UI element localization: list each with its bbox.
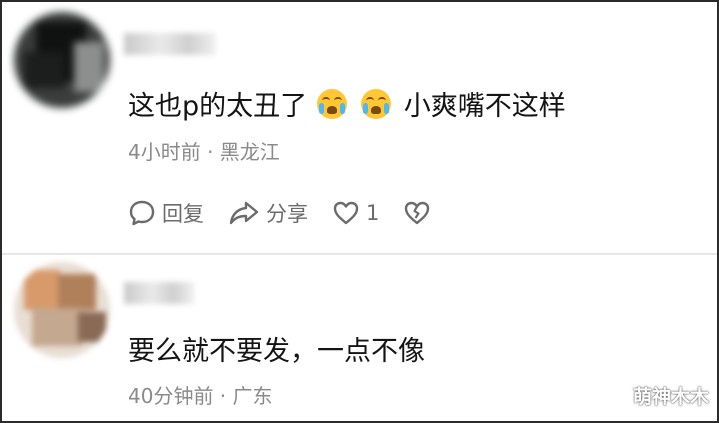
comment-text: 要么就不要发，一点不像 (128, 336, 425, 367)
comment-meta: 4小时前 · 黑龙江 (128, 140, 280, 164)
share-button[interactable]: 分享 (228, 198, 308, 228)
comment-meta: 40分钟前 · 广东 (128, 384, 273, 408)
broken-heart-icon (405, 201, 430, 225)
username-blurred[interactable] (124, 282, 194, 304)
heart-icon (333, 201, 359, 225)
like-button[interactable]: 1 (332, 199, 379, 227)
watermark: 萌神木木 (632, 386, 709, 408)
crying-face-icon (317, 89, 348, 119)
crying-face-icon (361, 89, 392, 119)
reply-button[interactable]: 回复 (128, 198, 204, 228)
avatar[interactable] (14, 262, 110, 358)
comment-text: 这也p的太丑了 小爽嘴不这样 (128, 89, 566, 122)
username-blurred[interactable] (124, 33, 216, 55)
share-arrow-icon (229, 201, 259, 225)
dislike-button[interactable] (403, 199, 437, 227)
comment-divider (2, 253, 717, 255)
comment-actions: 回复 分享 1 (128, 199, 461, 227)
avatar[interactable] (14, 12, 110, 108)
speech-bubble-icon (129, 200, 155, 226)
